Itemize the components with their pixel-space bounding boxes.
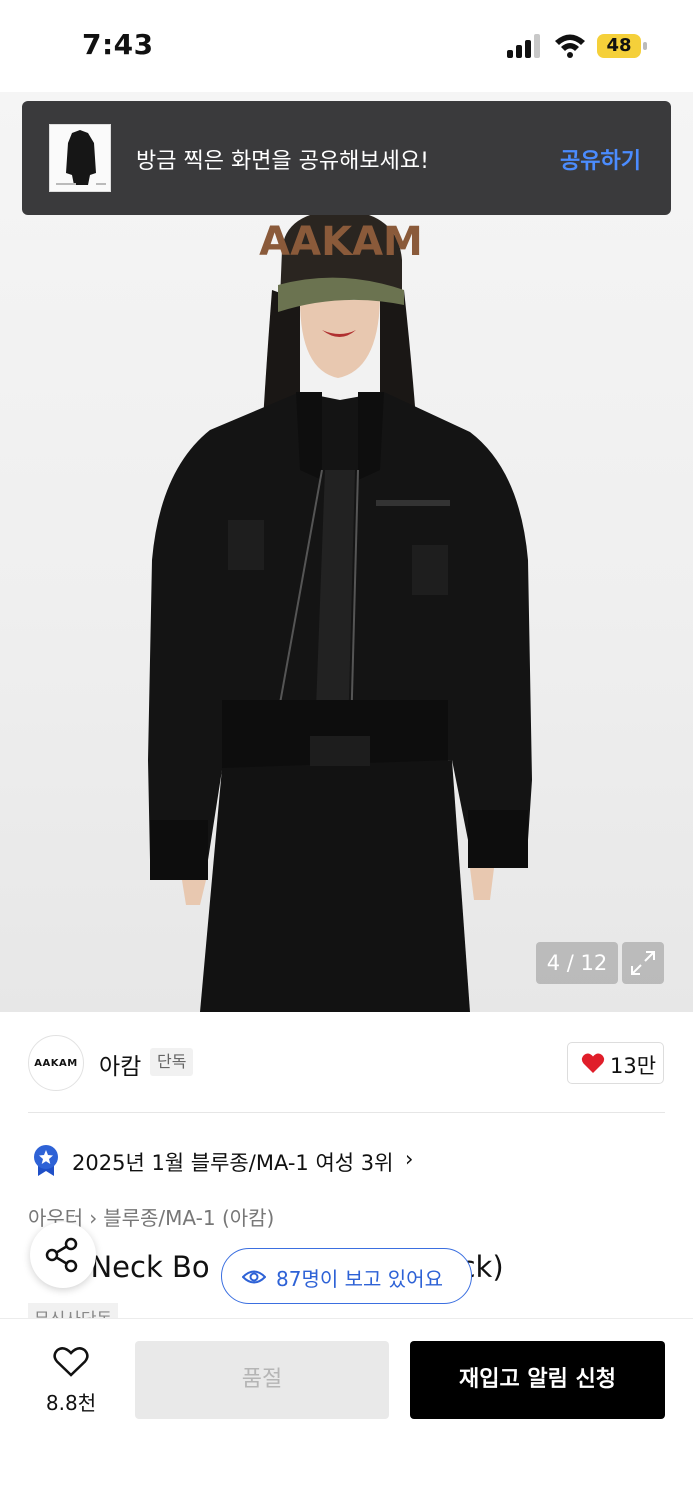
ranking-link[interactable]: 2025년 1월 블루종/MA-1 여성 3위 (72, 1147, 393, 1177)
battery-level: 48 (606, 35, 632, 56)
share-icon (45, 1237, 78, 1273)
share-toast: 방금 찍은 화면을 공유해보세요! 공유하기 (22, 101, 671, 215)
brand-like-button[interactable]: 13만 (567, 1042, 664, 1084)
status-bar: 7:43 48 (0, 0, 693, 92)
brand-logo[interactable]: AAKAM (28, 1035, 84, 1091)
toast-message: 방금 찍은 화면을 공유해보세요! (136, 149, 429, 174)
share-button[interactable] (30, 1222, 96, 1288)
exclusive-badge: 단독 (150, 1048, 194, 1076)
image-counter: 4 / 12 (536, 942, 618, 984)
status-time: 7:43 (82, 28, 154, 61)
bottom-action-bar: 8.8천 품절 재입고 알림 신청 (0, 1318, 693, 1500)
wishlist-count: 8.8천 (45, 1391, 97, 1415)
brand-name[interactable]: 아캄 (99, 1047, 141, 1081)
divider (28, 1112, 665, 1113)
product-title-left: -Neck Bo (80, 1250, 210, 1284)
wifi-icon (553, 32, 587, 58)
chevron-right-icon: › (405, 1147, 414, 1171)
soldout-button: 품절 (135, 1341, 389, 1419)
ranking-badge-icon (34, 1145, 58, 1176)
cap-logo-text: AAKAM (259, 219, 423, 265)
screenshot-thumbnail[interactable] (49, 124, 111, 192)
brand-like-count: 13만 (610, 1054, 657, 1078)
restock-alert-button[interactable]: 재입고 알림 신청 (410, 1341, 665, 1419)
expand-icon[interactable] (622, 942, 664, 984)
live-viewers-pill: 87명이 보고 있어요 (221, 1248, 472, 1304)
eye-icon (242, 1270, 266, 1284)
cellular-signal-icon (507, 34, 543, 58)
breadcrumb-subcategory[interactable]: 블루종/MA-1 (아캄) (103, 1206, 274, 1230)
heart-outline-icon (53, 1347, 89, 1377)
heart-filled-icon (581, 1053, 605, 1073)
toast-share-button[interactable]: 공유하기 (560, 143, 641, 175)
viewers-text: 87명이 보고 있어요 (276, 1267, 443, 1291)
battery-icon: 48 (597, 34, 647, 58)
